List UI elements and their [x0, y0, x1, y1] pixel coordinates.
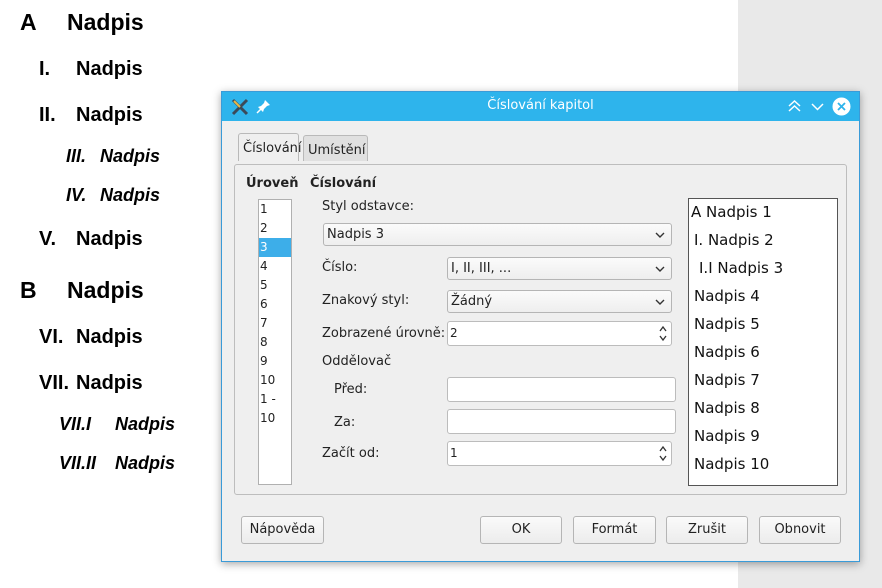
separator-label: Oddělovač — [322, 354, 392, 369]
preview-line: I. Nadpis 2 — [694, 231, 774, 249]
number-label: Číslo: — [322, 260, 358, 275]
preview-line: Nadpis 6 — [694, 343, 760, 361]
list-item-selected[interactable]: 3 — [259, 238, 291, 257]
chevron-down-icon — [655, 299, 665, 305]
list-item[interactable]: 5 — [259, 276, 291, 295]
format-button[interactable]: Formát — [573, 516, 656, 544]
shown-levels-spinbox[interactable]: 2 — [447, 321, 672, 346]
list-item[interactable]: 4 — [259, 257, 291, 276]
preview-line: Nadpis 9 — [694, 427, 760, 445]
list-item[interactable]: 10 — [259, 371, 291, 390]
numbering-preview: A Nadpis 1 I. Nadpis 2 I.I Nadpis 3 Nadp… — [688, 198, 838, 486]
preview-line: Nadpis 5 — [694, 315, 760, 333]
title-bar[interactable]: Číslování kapitol — [222, 92, 859, 121]
paragraph-style-combo[interactable]: Nadpis 3 — [323, 223, 672, 246]
chapter-numbering-dialog: Číslování kapitol Číslování Umístění Úro… — [221, 91, 860, 562]
number-value: I, II, III, ... — [451, 261, 512, 276]
numbering-header: Číslování — [310, 176, 377, 191]
list-item[interactable]: 2 — [259, 219, 291, 238]
start-at-label: Začít od: — [322, 446, 380, 461]
tab-numbering[interactable]: Číslování — [238, 133, 302, 161]
close-icon[interactable] — [832, 97, 851, 116]
preview-line: Nadpis 10 — [694, 455, 770, 473]
keep-above-icon[interactable] — [785, 97, 804, 116]
chevron-down-icon — [655, 266, 665, 272]
char-style-value: Žádný — [451, 294, 493, 309]
shown-levels-label: Zobrazené úrovně: — [322, 326, 446, 341]
paragraph-style-label: Styl odstavce: — [322, 199, 415, 214]
shown-levels-value: 2 — [450, 326, 458, 340]
number-combo[interactable]: I, II, III, ... — [447, 257, 672, 280]
after-input[interactable] — [447, 409, 676, 434]
preview-line: Nadpis 8 — [694, 399, 760, 417]
chevron-down-icon — [655, 232, 665, 238]
list-item[interactable]: 9 — [259, 352, 291, 371]
ok-button[interactable]: OK — [480, 516, 562, 544]
tab-position[interactable]: Umístění — [303, 135, 368, 161]
list-item[interactable]: 8 — [259, 333, 291, 352]
start-at-spinbox[interactable]: 1 — [447, 441, 672, 466]
list-item[interactable]: 7 — [259, 314, 291, 333]
paragraph-style-value: Nadpis 3 — [327, 227, 384, 242]
preview-line: Nadpis 4 — [694, 287, 760, 305]
reset-button[interactable]: Obnovit — [759, 516, 841, 544]
before-input[interactable] — [447, 377, 676, 402]
char-style-label: Znakový styl: — [322, 293, 410, 308]
preview-line: Nadpis 7 — [694, 371, 760, 389]
list-item[interactable]: 1 — [259, 200, 291, 219]
dialog-title: Číslování kapitol — [487, 98, 594, 113]
before-label: Před: — [334, 382, 368, 397]
cancel-button[interactable]: Zrušit — [666, 516, 748, 544]
list-item[interactable]: 6 — [259, 295, 291, 314]
level-header: Úroveň — [246, 176, 299, 191]
preview-line: I.I Nadpis 3 — [699, 259, 784, 277]
help-button[interactable]: Nápověda — [241, 516, 324, 544]
preview-line: A Nadpis 1 — [691, 203, 772, 221]
minimize-icon[interactable] — [808, 97, 827, 116]
after-label: Za: — [334, 415, 356, 430]
spin-arrows-icon[interactable] — [658, 324, 668, 343]
level-list[interactable]: 1 2 3 4 5 6 7 8 9 10 1 - 10 — [258, 199, 292, 485]
start-at-value: 1 — [450, 446, 458, 460]
spin-arrows-icon[interactable] — [658, 444, 668, 463]
list-item[interactable]: 1 - 10 — [259, 390, 291, 425]
char-style-combo[interactable]: Žádný — [447, 290, 672, 313]
